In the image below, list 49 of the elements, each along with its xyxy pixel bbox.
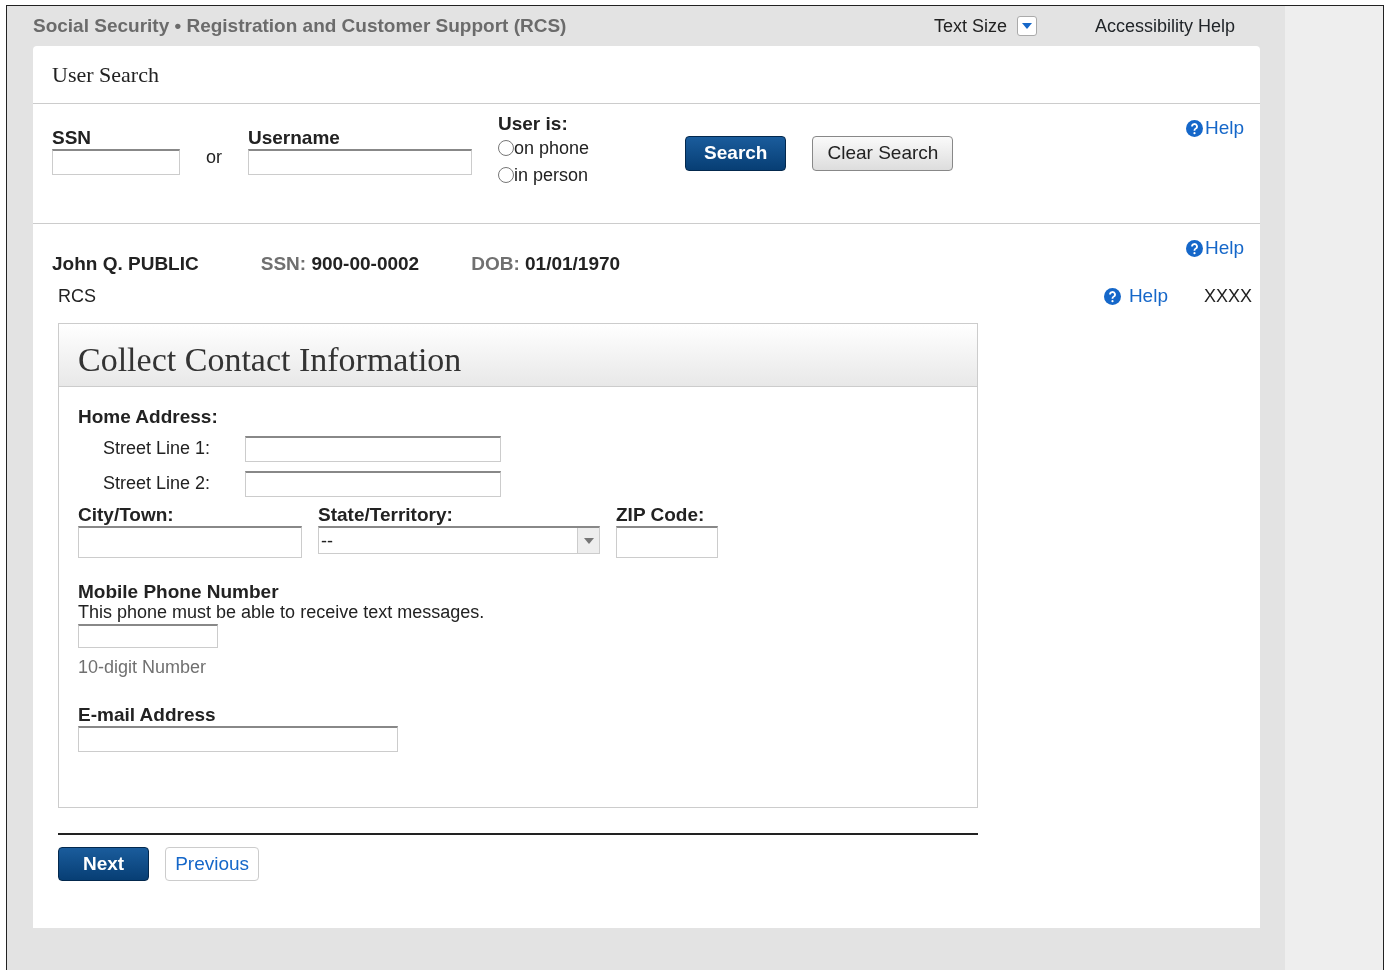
help-icon bbox=[1103, 287, 1121, 305]
text-size-label: Text Size bbox=[933, 14, 1007, 38]
accessibility-help-link[interactable]: Accessibility Help bbox=[1094, 12, 1235, 40]
help-icon bbox=[1185, 119, 1203, 137]
help-link[interactable]: Help bbox=[1103, 282, 1168, 311]
field-label: ZIP Code: bbox=[616, 505, 706, 527]
previous-button[interactable]: Previous bbox=[165, 846, 260, 882]
or-label: or bbox=[206, 146, 222, 169]
caret-icon bbox=[583, 537, 594, 544]
section-title: User Search bbox=[33, 46, 1260, 104]
field-label: Street Line 1: bbox=[103, 437, 212, 461]
dob-text: DOB: 01/01/1970 bbox=[471, 254, 621, 275]
email-field[interactable] bbox=[78, 725, 398, 752]
text-size-dropdown[interactable] bbox=[1016, 16, 1037, 36]
field-label: City/Town: bbox=[78, 505, 175, 527]
caret-icon bbox=[1021, 23, 1032, 29]
ssn-field[interactable] bbox=[52, 148, 180, 175]
person-name: John Q. PUBLIC bbox=[52, 254, 199, 275]
hint-text: 10-digit Number bbox=[78, 658, 208, 677]
clear-search-button[interactable]: Clear Search bbox=[812, 136, 954, 171]
radio-button[interactable] bbox=[498, 167, 514, 184]
field-label: Username bbox=[248, 128, 341, 149]
section-label: Home Address: bbox=[78, 406, 219, 428]
user-is-label: User is: bbox=[498, 114, 569, 135]
search-button[interactable]: Search bbox=[685, 136, 787, 171]
help-link[interactable]: Help bbox=[1185, 114, 1244, 143]
program-label: RCS bbox=[58, 284, 96, 308]
radio-label: in person bbox=[514, 163, 589, 187]
field-label: Mobile Phone Number bbox=[78, 582, 280, 604]
field-label: Street Line 2: bbox=[103, 472, 212, 496]
username-field[interactable] bbox=[248, 148, 472, 175]
street-field[interactable] bbox=[245, 435, 501, 462]
field-label: SSN bbox=[52, 128, 93, 149]
next-button[interactable]: Next bbox=[58, 846, 150, 882]
ssn-text: SSN: 900-00-0002 bbox=[260, 254, 420, 275]
city-field[interactable] bbox=[78, 526, 302, 559]
help-icon bbox=[1185, 239, 1203, 257]
state-dropdown[interactable]: -- bbox=[318, 526, 600, 555]
help-text: This phone must be able to receive text messages. bbox=[78, 603, 486, 623]
zip-field[interactable] bbox=[616, 526, 718, 559]
help-link[interactable]: Help bbox=[1185, 234, 1244, 263]
site-title: Social Security • Registration and Customer Support (RCS) bbox=[33, 13, 567, 38]
radio-label: on phone bbox=[514, 136, 590, 160]
street-field[interactable] bbox=[245, 470, 501, 497]
field-label: State/Territory: bbox=[318, 505, 454, 527]
radio-button[interactable] bbox=[498, 140, 514, 157]
program-code: XXXX bbox=[1203, 284, 1252, 308]
phone-field[interactable] bbox=[78, 624, 218, 649]
field-label: E-mail Address bbox=[78, 704, 217, 726]
